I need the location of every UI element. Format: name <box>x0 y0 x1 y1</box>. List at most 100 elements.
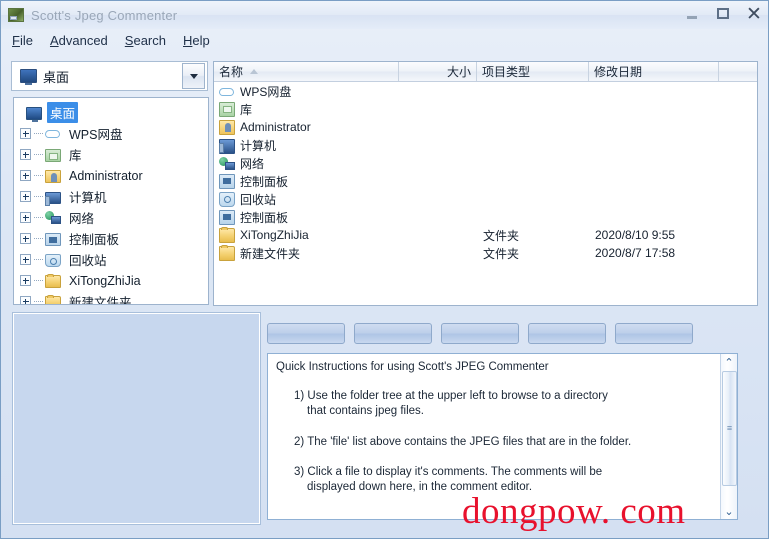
tree-connector <box>34 238 43 239</box>
tree-item-desktop[interactable]: 桌面 <box>14 102 208 123</box>
expand-icon[interactable] <box>20 128 31 139</box>
toolbar-button-3[interactable] <box>441 323 519 344</box>
instructions-title: Quick Instructions for using Scott's JPE… <box>276 361 549 373</box>
column-header-name[interactable]: 名称 <box>214 62 399 81</box>
action-button-row <box>267 323 693 344</box>
tree-item-network[interactable]: 网络 <box>14 207 208 228</box>
tree-item-libraries[interactable]: 库 <box>14 144 208 165</box>
instruction-step-3-line2: displayed down here, in the comment edit… <box>307 480 533 493</box>
table-row[interactable]: Administrator <box>214 118 757 136</box>
toolbar-button-5[interactable] <box>615 323 693 344</box>
editor-vertical-scrollbar[interactable]: ⌃ ≡ ⌄ <box>720 354 737 519</box>
file-name: 计算机 <box>240 138 277 153</box>
table-row[interactable]: 新建文件夹 文件夹 2020/8/7 17:58 <box>214 244 757 262</box>
tree-item-label: 控制面板 <box>69 233 120 247</box>
desktop-icon <box>20 69 37 85</box>
scroll-down-icon[interactable]: ⌄ <box>721 503 737 519</box>
menu-rest-file: ile <box>19 32 33 48</box>
file-list[interactable]: 名称 大小 项目类型 修改日期 WPS网盘 库 Administrator 计算… <box>213 61 758 306</box>
file-name-cell: 计算机 <box>214 137 399 154</box>
column-header-label: 名称 <box>219 65 244 79</box>
tree-item-label: 库 <box>69 149 82 163</box>
table-row[interactable]: 回收站 <box>214 190 757 208</box>
menu-item-search[interactable]: Search <box>125 33 166 48</box>
tree-item-xitongzhijia[interactable]: XiTongZhiJia <box>14 270 208 291</box>
menu-rest-help: elp <box>192 32 210 48</box>
scrollbar-grip: ≡ <box>726 423 733 433</box>
folder-combo-dropdown-button[interactable] <box>182 63 205 89</box>
column-header-type[interactable]: 项目类型 <box>477 62 589 81</box>
folder-tree[interactable]: 桌面 WPS网盘 库 Administrator 计算机 网络 控制面板 回收站… <box>13 97 209 305</box>
menu-item-help[interactable]: Help <box>183 33 210 48</box>
expand-icon[interactable] <box>20 233 31 244</box>
column-header-label: 修改日期 <box>594 65 643 79</box>
scroll-up-icon[interactable]: ⌃ <box>721 354 737 370</box>
tree-item-label: 回收站 <box>69 254 107 268</box>
file-name-cell: 回收站 <box>214 191 399 208</box>
image-preview-panel <box>12 312 261 525</box>
scrollbar-thumb[interactable]: ≡ <box>722 371 737 486</box>
sort-ascending-icon <box>250 69 259 74</box>
file-type-cell: 文件夹 <box>483 228 520 243</box>
tree-item-administrator[interactable]: Administrator <box>14 165 208 186</box>
table-row[interactable]: XiTongZhiJia 文件夹 2020/8/10 9:55 <box>214 226 757 244</box>
tree-item-label: 桌面 <box>47 102 79 123</box>
tree-item-new-folder[interactable]: 新建文件夹 <box>14 291 208 304</box>
menu-item-file[interactable]: File <box>12 33 33 48</box>
table-row[interactable]: WPS网盘 <box>214 82 757 100</box>
file-name: 新建文件夹 <box>240 246 301 261</box>
column-header-date[interactable]: 修改日期 <box>589 62 719 81</box>
tree-item-recycle-bin[interactable]: 回收站 <box>14 249 208 270</box>
toolbar-button-4[interactable] <box>528 323 606 344</box>
expand-icon[interactable] <box>20 149 31 160</box>
expand-icon[interactable] <box>20 191 31 202</box>
comment-editor[interactable]: Quick Instructions for using Scott's JPE… <box>267 353 738 520</box>
file-name: Administrator <box>240 120 311 134</box>
table-row[interactable]: 计算机 <box>214 136 757 154</box>
expand-icon[interactable] <box>20 275 31 286</box>
tree-item-computer[interactable]: 计算机 <box>14 186 208 207</box>
comment-editor-content[interactable]: Quick Instructions for using Scott's JPE… <box>268 354 719 519</box>
expand-icon[interactable] <box>20 212 31 223</box>
control-panel-icon <box>219 174 235 189</box>
folder-combo-box[interactable]: 桌面 <box>11 61 208 91</box>
maximize-icon[interactable] <box>713 4 733 24</box>
user-folder-icon <box>219 120 235 135</box>
menu-item-advanced[interactable]: Advanced <box>50 33 108 48</box>
file-date-cell: 2020/8/7 17:58 <box>595 246 676 260</box>
table-row[interactable]: 控制面板 <box>214 172 757 190</box>
computer-icon <box>219 138 235 154</box>
expand-icon[interactable] <box>20 254 31 265</box>
close-icon[interactable]: ✕ <box>744 4 764 24</box>
library-icon <box>45 148 61 162</box>
tree-item-wps-cloud[interactable]: WPS网盘 <box>14 123 208 144</box>
folder-icon <box>45 294 61 304</box>
tree-connector <box>34 175 43 176</box>
menu-bar: File Advanced Search Help <box>1 29 768 51</box>
table-row[interactable]: 库 <box>214 100 757 118</box>
expand-icon[interactable] <box>20 170 31 181</box>
table-row[interactable]: 网络 <box>214 154 757 172</box>
file-name-cell: 控制面板 <box>214 209 399 226</box>
column-header-size[interactable]: 大小 <box>399 62 477 81</box>
column-header-label: 大小 <box>446 65 471 79</box>
user-folder-icon <box>45 169 61 183</box>
table-row[interactable]: 控制面板 <box>214 208 757 226</box>
toolbar-button-1[interactable] <box>267 323 345 344</box>
tree-item-control-panel[interactable]: 控制面板 <box>14 228 208 249</box>
menu-accel-advanced: A <box>49 32 59 48</box>
minimize-icon[interactable] <box>682 4 702 24</box>
window-title: Scott's Jpeg Commenter <box>31 7 178 23</box>
instruction-step-3: 3) Click a file to display it's comments… <box>276 465 711 495</box>
tree-item-label: Administrator <box>69 168 143 183</box>
instruction-step-1: 1) Use the folder tree at the upper left… <box>276 389 711 419</box>
instruction-step-3-line1: 3) Click a file to display it's comments… <box>294 465 603 478</box>
toolbar-button-2[interactable] <box>354 323 432 344</box>
control-panel-icon <box>219 210 235 225</box>
title-bar: Scott's Jpeg Commenter ✕ <box>1 1 768 29</box>
tree-item-label: XiTongZhiJia <box>69 273 141 288</box>
column-header-filler <box>719 62 757 81</box>
tree-connector <box>34 133 43 134</box>
expand-icon[interactable] <box>20 296 31 304</box>
chevron-down-icon <box>189 73 198 79</box>
